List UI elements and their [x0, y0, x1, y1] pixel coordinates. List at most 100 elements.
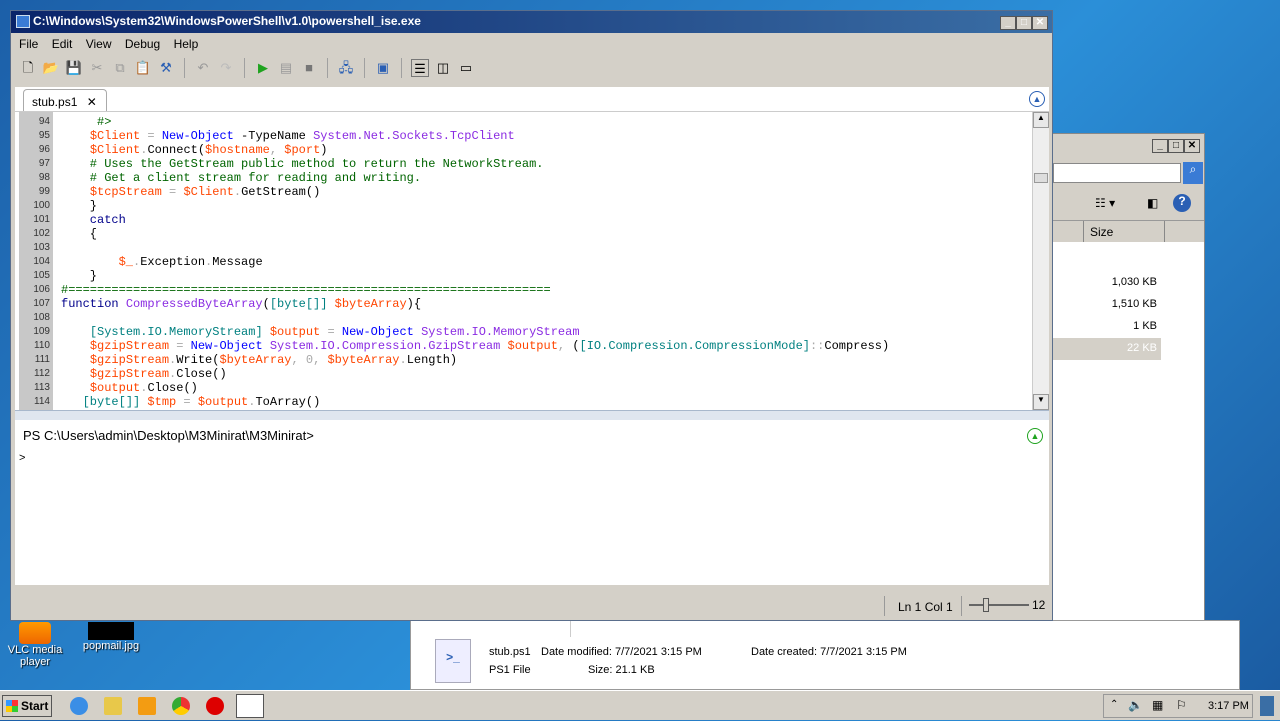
code-line: #=======================================…: [61, 283, 551, 297]
line-number: 100: [33, 200, 50, 211]
internet-explorer-icon[interactable]: [70, 697, 88, 715]
paste-icon[interactable]: 📋: [134, 59, 152, 77]
network-icon[interactable]: ▦: [1152, 698, 1163, 712]
code-token: Connect(: [147, 143, 206, 157]
opera-icon[interactable]: [206, 697, 224, 715]
code-token: ){: [406, 297, 422, 311]
powershell-ise-window[interactable]: C:\Windows\System32\WindowsPowerShell\v1…: [10, 10, 1053, 621]
preview-pane-icon[interactable]: ◧: [1147, 196, 1158, 210]
line-number: 107: [33, 298, 50, 309]
powershell-icon[interactable]: ▣: [374, 59, 392, 77]
editor-scrollbar[interactable]: ▲ ▼: [1032, 112, 1049, 410]
cut-icon[interactable]: ✂: [88, 59, 106, 77]
close-button[interactable]: ✕: [1184, 139, 1200, 153]
code-token: $output: [507, 339, 558, 353]
code-token: }: [61, 199, 98, 213]
remote-tab-icon[interactable]: 🖧: [337, 59, 355, 77]
explorer-window[interactable]: _ □ ✕ ⌕ ☷ ▾ ◧ ? Size 1,030 KB 1,510 KB 1 K…: [1052, 133, 1205, 633]
code-token: System.IO.MemoryStream: [413, 325, 580, 339]
search-icon[interactable]: ⌕: [1183, 162, 1203, 184]
menu-file[interactable]: File: [19, 37, 38, 51]
powershell-ise-taskbar-button[interactable]: [236, 694, 264, 718]
code-line: $gzipStream.Write($byteArray, 0, $byteAr…: [61, 353, 457, 367]
view-options-icon[interactable]: ☷ ▾: [1095, 196, 1115, 210]
menu-view[interactable]: View: [86, 37, 112, 51]
show-hidden-icons-icon[interactable]: ⌃: [1110, 699, 1118, 710]
code-token: {: [61, 227, 98, 241]
code-token: [IO.Compression.CompressionMode]: [579, 339, 810, 353]
stop-icon[interactable]: ■: [300, 59, 318, 77]
console-input[interactable]: >: [19, 452, 25, 464]
code-line: }: [61, 199, 97, 213]
code-line: }: [61, 269, 97, 283]
windows-logo-icon: [6, 700, 18, 712]
column-header-size[interactable]: Size: [1083, 221, 1165, 242]
layout-right-icon[interactable]: ◫: [434, 59, 452, 77]
close-tab-icon[interactable]: ✕: [87, 95, 97, 109]
code-line: $gzipStream.Close(): [61, 367, 227, 381]
help-icon[interactable]: ?: [1173, 194, 1191, 212]
code-line: # Uses the GetStream public method to re…: [61, 157, 544, 171]
script-editor[interactable]: 94 95 96 97 98 99 100 101 102 103 104 105 106 107 108 1…: [15, 111, 1049, 410]
tab-stub-ps1[interactable]: stub.ps1 ✕: [23, 89, 107, 113]
pane-splitter[interactable]: [15, 410, 1049, 420]
file-explorer-icon[interactable]: [104, 697, 122, 715]
scrollbar-thumb[interactable]: [1034, 173, 1048, 183]
code-token: Message: [212, 255, 263, 269]
new-file-icon[interactable]: 🗋: [19, 59, 37, 77]
code-token: System.Net.Sockets.TcpClient: [313, 129, 515, 143]
zoom-slider[interactable]: [969, 598, 1029, 612]
action-center-flag-icon[interactable]: ⚐: [1176, 698, 1187, 712]
code-token: System.IO.Compression.GzipStream: [262, 339, 508, 353]
menu-debug[interactable]: Debug: [125, 37, 160, 51]
desktop-icon-popmail[interactable]: popmail.jpg: [80, 622, 142, 652]
media-player-icon[interactable]: [138, 697, 156, 715]
volume-icon[interactable]: 🔈: [1128, 698, 1143, 712]
title-bar[interactable]: C:\Windows\System32\WindowsPowerShell\v1…: [11, 11, 1052, 33]
cursor-position: Ln 1 Col 1: [898, 600, 953, 614]
console-pane[interactable]: PS C:\Users\admin\Desktop\M3Minirat\M3Mi…: [15, 420, 1049, 585]
zoom-slider-thumb[interactable]: [983, 598, 989, 612]
copy-icon[interactable]: ⧉: [111, 59, 129, 77]
scroll-up-icon[interactable]: ▲: [1033, 112, 1049, 128]
tab-strip: stub.ps1 ✕ ▲: [15, 87, 1049, 113]
clear-icon[interactable]: ⚒: [157, 59, 175, 77]
maximize-button[interactable]: □: [1016, 16, 1032, 30]
clock[interactable]: 3:17 PM: [1208, 700, 1249, 712]
code-line: $_.Exception.Message: [61, 255, 263, 269]
desktop-icon-vlc[interactable]: VLC media player: [6, 622, 64, 668]
run-selection-icon[interactable]: ▤: [277, 59, 295, 77]
minimize-button[interactable]: _: [1152, 139, 1168, 153]
collapse-pane-icon[interactable]: ▲: [1029, 91, 1045, 107]
search-input[interactable]: [1053, 163, 1181, 183]
run-icon[interactable]: ▶: [254, 59, 272, 77]
line-number: 113: [34, 382, 50, 393]
start-button[interactable]: Start: [2, 695, 52, 717]
menu-help[interactable]: Help: [174, 37, 199, 51]
code-token: $Client: [183, 185, 234, 199]
layout-top-icon[interactable]: ☰: [411, 59, 429, 77]
maximize-button[interactable]: □: [1168, 139, 1184, 153]
scroll-down-icon[interactable]: ▼: [1033, 394, 1049, 410]
undo-icon[interactable]: ↶: [194, 59, 212, 77]
open-folder-icon[interactable]: 📂: [42, 59, 60, 77]
chrome-icon[interactable]: [172, 697, 190, 715]
code-token: ToArray(): [255, 395, 321, 409]
menu-edit[interactable]: Edit: [52, 37, 73, 51]
layout-max-icon[interactable]: ▭: [457, 59, 475, 77]
code-token: $hostname: [205, 143, 270, 157]
minimize-button[interactable]: _: [1000, 16, 1016, 30]
line-number: 96: [38, 144, 50, 155]
toolbar: 🗋 📂 💾 ✂ ⧉ 📋 ⚒ ↶ ↷ ▶ ▤ ■ 🖧 ▣ ☰ ◫ ▭: [11, 53, 1052, 79]
code-token: $output: [89, 381, 141, 395]
code-token: New-Object: [161, 129, 234, 143]
close-button[interactable]: ✕: [1032, 16, 1048, 30]
redo-icon[interactable]: ↷: [217, 59, 235, 77]
expand-pane-icon[interactable]: ▲: [1027, 428, 1043, 444]
size-cell-selected[interactable]: 22 KB: [1053, 338, 1161, 360]
show-desktop-button[interactable]: [1260, 696, 1274, 716]
save-icon[interactable]: 💾: [65, 59, 83, 77]
code-token: (: [572, 339, 580, 353]
